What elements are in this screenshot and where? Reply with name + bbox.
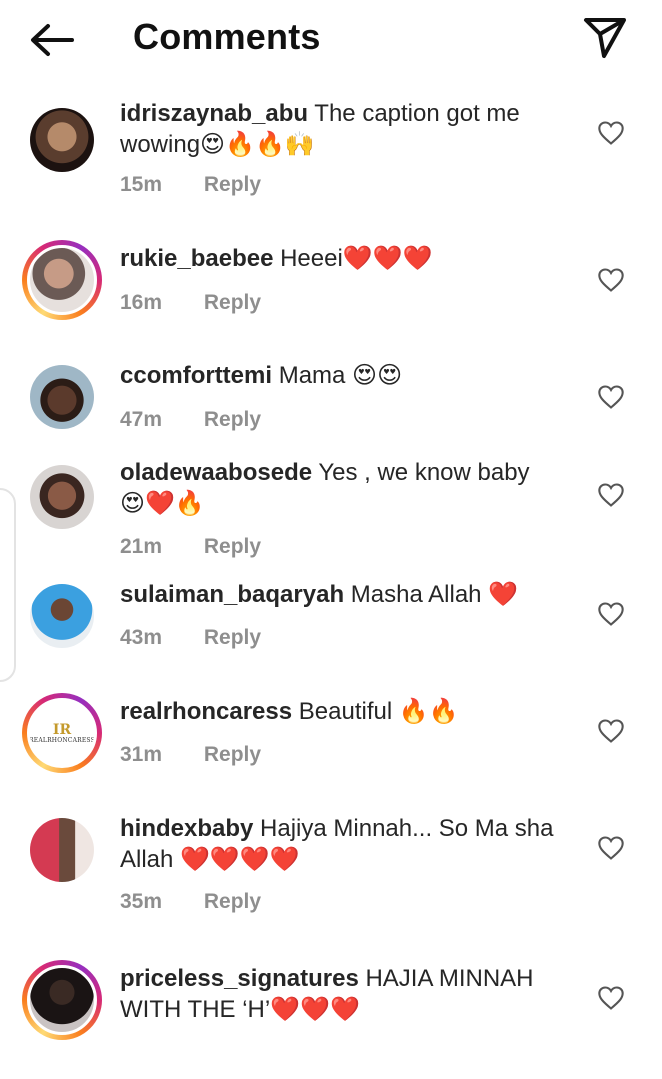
avatar[interactable] — [22, 576, 102, 656]
avatar[interactable] — [22, 357, 102, 437]
comment-item: sulaiman_baqaryah Masha Allah ❤️ 43m Rep… — [0, 579, 662, 696]
reply-button[interactable]: Reply — [204, 535, 261, 558]
reply-button[interactable]: Reply — [204, 291, 261, 314]
avatar[interactable] — [22, 457, 102, 537]
header-bar: Comments — [0, 0, 662, 78]
comment-time: 15m — [120, 173, 163, 196]
avatar-photo — [30, 818, 94, 882]
logo-text: REALRHONCARESS — [29, 736, 95, 744]
comment-body: Heeei❤️❤️❤️ — [280, 245, 433, 272]
avatar[interactable] — [22, 960, 102, 1040]
comment-text: rukie_baebee Heeei❤️❤️❤️ — [120, 243, 560, 274]
comment-body: Mama 😍😍 — [278, 362, 403, 389]
comment-time: 35m — [120, 890, 163, 913]
share-button[interactable] — [580, 14, 630, 60]
comment-body: Masha Allah ❤️ — [350, 581, 519, 608]
comment-item: hindexbaby Hajiya Minnah... So Ma sha Al… — [0, 813, 662, 963]
comment-time: 43m — [120, 626, 163, 649]
comment-time: 31m — [120, 743, 163, 766]
comment-time: 16m — [120, 291, 163, 314]
comment-meta: 21m Reply — [120, 535, 261, 559]
comment-username[interactable]: realrhoncaress — [120, 698, 292, 725]
avatar-photo — [27, 245, 97, 315]
send-icon — [584, 18, 626, 58]
heart-outline-icon[interactable] — [597, 384, 625, 410]
reply-button[interactable]: Reply — [204, 626, 261, 649]
comment-time: 21m — [120, 535, 163, 558]
avatar[interactable] — [22, 810, 102, 890]
reply-button[interactable]: Reply — [204, 408, 261, 431]
avatar-photo — [30, 465, 94, 529]
avatar-photo — [30, 584, 94, 648]
comment-meta: 31m Reply — [120, 743, 261, 767]
back-arrow-icon — [31, 24, 74, 56]
comment-username[interactable]: sulaiman_baqaryah — [120, 581, 344, 608]
comment-meta: 47m Reply — [120, 408, 261, 432]
comment-username[interactable]: priceless_signatures — [120, 965, 359, 992]
comment-username[interactable]: rukie_baebee — [120, 245, 273, 272]
comment-item: idriszaynab_abu The caption got me wowin… — [0, 78, 662, 197]
comment-username[interactable]: idriszaynab_abu — [120, 100, 308, 127]
comment-text: idriszaynab_abu The caption got me wowin… — [120, 98, 560, 160]
comment-text: sulaiman_baqaryah Masha Allah ❤️ — [120, 579, 560, 610]
reply-button[interactable]: Reply — [204, 743, 261, 766]
comment-text: ccomforttemi Mama 😍😍 — [120, 360, 560, 391]
reply-button[interactable]: Reply — [204, 173, 261, 196]
comment-meta: 35m Reply — [120, 890, 261, 914]
comment-text: realrhoncaress Beautiful 🔥🔥 — [120, 696, 560, 727]
logo-mark: IR — [52, 721, 72, 738]
page-title: Comments — [133, 16, 321, 57]
back-button[interactable] — [24, 18, 78, 62]
avatar[interactable] — [22, 100, 102, 180]
heart-outline-icon[interactable] — [597, 120, 625, 146]
heart-outline-icon[interactable] — [597, 482, 625, 508]
avatar[interactable]: IR REALRHONCARESS — [22, 693, 102, 773]
comment-item: ccomforttemi Mama 😍😍 47m Reply — [0, 312, 662, 460]
comment-item: rukie_baebee Heeei❤️❤️❤️ 16m Reply — [0, 195, 662, 320]
comment-username[interactable]: hindexbaby — [120, 815, 253, 842]
avatar-photo — [30, 108, 94, 172]
heart-outline-icon[interactable] — [597, 985, 625, 1011]
comment-text: oladewaabosede Yes , we know baby 😍❤️🔥 — [120, 457, 560, 519]
comment-username[interactable]: ccomforttemi — [120, 362, 272, 389]
comment-body: Beautiful 🔥🔥 — [298, 698, 459, 725]
avatar-photo — [30, 365, 94, 429]
heart-outline-icon[interactable] — [597, 718, 625, 744]
comment-time: 47m — [120, 408, 163, 431]
heart-outline-icon[interactable] — [597, 267, 625, 293]
comment-username[interactable]: oladewaabosede — [120, 459, 312, 486]
comment-item: IR REALRHONCARESS realrhoncaress Beautif… — [0, 693, 662, 813]
reply-button[interactable]: Reply — [204, 890, 261, 913]
comments-list: idriszaynab_abu The caption got me wowin… — [0, 78, 662, 1073]
heart-outline-icon[interactable] — [597, 601, 625, 627]
avatar[interactable] — [22, 240, 102, 320]
comment-meta: 43m Reply — [120, 626, 261, 650]
avatar-logo: IR REALRHONCARESS — [27, 698, 97, 768]
comment-item: priceless_signatures HAJIA MINNAH WITH T… — [0, 960, 662, 1073]
avatar-photo — [27, 965, 97, 1035]
heart-outline-icon[interactable] — [597, 835, 625, 861]
comment-text: hindexbaby Hajiya Minnah... So Ma sha Al… — [120, 813, 560, 875]
comment-meta: 15m Reply — [120, 173, 261, 197]
comment-text: priceless_signatures HAJIA MINNAH WITH T… — [120, 963, 560, 1025]
comment-item: oladewaabosede Yes , we know baby 😍❤️🔥 2… — [0, 457, 662, 579]
